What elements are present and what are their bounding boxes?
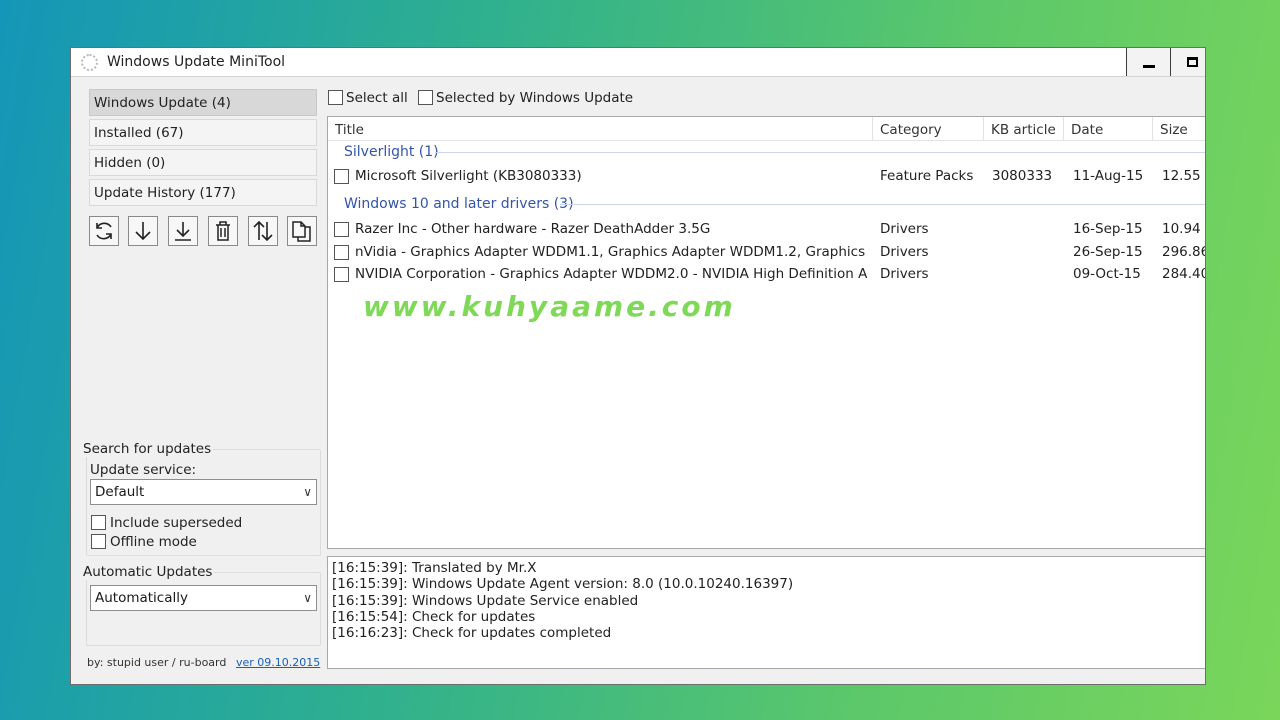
row-title: Razer Inc - Other hardware - Razer Death… <box>355 221 711 237</box>
row-checkbox[interactable] <box>334 169 349 184</box>
install-icon <box>175 222 191 241</box>
refresh-button[interactable] <box>89 216 119 246</box>
offline-mode-checkbox[interactable] <box>91 534 106 549</box>
log-line: [16:15:39]: Windows Update Service enabl… <box>332 592 639 609</box>
include-superseded-checkbox[interactable] <box>91 515 106 530</box>
app-window: Windows Update MiniTool Windows Update (… <box>70 47 1206 685</box>
row-size: 296.86 <box>1162 244 1206 260</box>
copy-button[interactable] <box>287 216 317 246</box>
row-checkbox[interactable] <box>334 222 349 237</box>
row-date: 16-Sep-15 <box>1073 221 1143 237</box>
row-checkbox[interactable] <box>334 245 349 260</box>
column-title[interactable]: Title <box>328 117 873 141</box>
column-category[interactable]: Category <box>873 117 984 141</box>
maximize-icon <box>1187 57 1198 67</box>
row-size: 284.40 <box>1162 266 1206 282</box>
column-size[interactable]: Size <box>1153 117 1205 141</box>
maximize-button[interactable] <box>1170 48 1205 76</box>
row-checkbox[interactable] <box>334 267 349 282</box>
app-icon <box>81 54 98 71</box>
nav-windows-update[interactable]: Windows Update (4) <box>89 89 317 116</box>
trash-icon <box>216 221 230 241</box>
selected-by-wu-checkbox[interactable] <box>418 90 433 105</box>
row-title: nVidia - Graphics Adapter WDDM1.1, Graph… <box>355 244 867 260</box>
select-all-checkbox[interactable] <box>328 90 343 105</box>
offline-mode-label: Offline mode <box>110 534 197 550</box>
row-category: Drivers <box>880 244 929 260</box>
log-line: [16:15:54]: Check for updates <box>332 608 536 625</box>
download-button[interactable] <box>128 216 158 246</box>
automatic-updates-select[interactable]: Automatically ∨ <box>90 585 317 611</box>
update-service-label: Update service: <box>90 462 197 478</box>
row-category: Drivers <box>880 266 929 282</box>
row-title: NVIDIA Corporation - Graphics Adapter WD… <box>355 266 867 282</box>
group-header-drivers[interactable]: Windows 10 and later drivers (3) <box>344 196 574 212</box>
delete-button[interactable] <box>208 216 238 246</box>
chevron-down-icon: ∨ <box>303 485 312 499</box>
nav-update-history[interactable]: Update History (177) <box>89 179 317 206</box>
nav-hidden[interactable]: Hidden (0) <box>89 149 317 176</box>
group-header-silverlight[interactable]: Silverlight (1) <box>344 144 439 160</box>
version-link[interactable]: ver 09.10.2015 <box>236 656 320 669</box>
install-button[interactable] <box>168 216 198 246</box>
log-line: [16:15:39]: Windows Update Agent version… <box>332 576 794 593</box>
minimize-icon <box>1142 64 1155 68</box>
minimize-button[interactable] <box>1126 48 1170 76</box>
title-bar[interactable]: Windows Update MiniTool <box>71 48 1205 77</box>
sort-icon <box>253 220 273 242</box>
window-title: Windows Update MiniTool <box>107 54 286 70</box>
row-size: 12.55 M <box>1162 168 1205 184</box>
row-date: 09-Oct-15 <box>1073 266 1141 282</box>
log-panel[interactable]: [16:15:39]: Translated by Mr.X [16:15:39… <box>327 556 1205 669</box>
row-title: Microsoft Silverlight (KB3080333) <box>355 168 582 184</box>
download-icon <box>135 222 151 241</box>
chevron-down-icon: ∨ <box>303 591 312 605</box>
row-date: 11-Aug-15 <box>1073 168 1144 184</box>
row-category: Drivers <box>880 221 929 237</box>
row-date: 26-Sep-15 <box>1073 244 1143 260</box>
watermark-text: www.kuhyaame.com <box>363 290 736 323</box>
automatic-updates-title: Automatic Updates <box>81 564 215 580</box>
column-kb-article[interactable]: KB article <box>984 117 1064 141</box>
sort-button[interactable] <box>248 216 278 246</box>
update-service-value: Default <box>95 484 145 500</box>
copy-icon <box>292 221 311 242</box>
group-divider <box>560 204 1205 205</box>
row-kb: 3080333 <box>992 168 1053 184</box>
row-size: 10.94 M <box>1162 221 1205 237</box>
credit-text: by: stupid user / ru-board <box>87 656 227 669</box>
refresh-icon <box>96 222 112 240</box>
nav-installed[interactable]: Installed (67) <box>89 119 317 146</box>
update-service-select[interactable]: Default ∨ <box>90 479 317 505</box>
row-category: Feature Packs <box>880 168 974 184</box>
column-date[interactable]: Date <box>1064 117 1153 141</box>
include-superseded-label: Include superseded <box>110 515 243 531</box>
update-list[interactable]: Title Category KB article Date Size Silv… <box>327 116 1206 549</box>
select-all-label: Select all <box>346 90 408 106</box>
log-line: [16:15:39]: Translated by Mr.X <box>332 560 537 576</box>
automatic-updates-value: Automatically <box>95 590 188 606</box>
search-group-title: Search for updates <box>81 441 214 457</box>
selected-by-wu-label: Selected by Windows Update <box>436 90 634 106</box>
group-divider <box>435 152 1205 153</box>
log-line: [16:16:23]: Check for updates completed <box>332 625 612 642</box>
